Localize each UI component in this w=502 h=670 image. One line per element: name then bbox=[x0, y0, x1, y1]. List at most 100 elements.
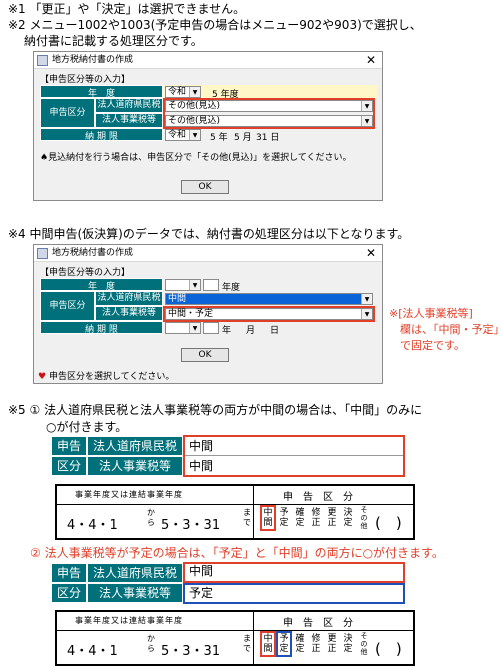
table-1-pref-value: 中間 bbox=[185, 436, 403, 456]
pref-label: 法人道府県民税 bbox=[95, 291, 163, 306]
note-5-line2: ○が付きます。 bbox=[46, 420, 128, 434]
deadline-day-suffix: 日 bbox=[270, 326, 280, 336]
form-2-header-left: 事業年度又は連結事業年度 bbox=[75, 616, 183, 625]
table-1-biz-value: 中間 bbox=[189, 459, 214, 473]
section-title: 【申告区分等の入力】 bbox=[40, 268, 131, 278]
note-5-line1: ※5 ① 法人道府県民税と法人事業税等の両方が中間の場合は、「中間」のみに bbox=[8, 403, 423, 417]
table-2-head-1: 申告 bbox=[52, 564, 86, 582]
section-title: 【申告区分等の入力】 bbox=[40, 75, 131, 85]
kubun-label: 申告区分 bbox=[40, 291, 95, 321]
kind-shusei: 修正 bbox=[311, 508, 321, 528]
dialog-1-titlebar: 地方税納付書の作成 ✕ bbox=[34, 52, 382, 69]
ok-button[interactable]: OK bbox=[181, 180, 229, 194]
deadline-era-select[interactable]: ▼ bbox=[165, 322, 201, 334]
form-2-kara: から bbox=[147, 634, 155, 653]
deadline-label: 納 期 限 bbox=[40, 321, 163, 335]
deadline-label: 納 期 限 bbox=[40, 128, 163, 142]
dialog-2-titlebar: 地方税納付書の作成 ✕ bbox=[34, 245, 382, 262]
form-1-made: まで bbox=[243, 508, 251, 527]
chevron-down-icon: ▼ bbox=[361, 294, 372, 304]
form-1-from: 4・4・1 bbox=[67, 518, 118, 533]
kind-kakutei: 確定 bbox=[295, 634, 305, 654]
table-2-biz-value: 予定 bbox=[189, 586, 214, 600]
note-5-line3: ② 法人事業税等が予定の場合は、「予定」と「中間」の両方に○が付きます。 bbox=[30, 546, 444, 560]
pref-select[interactable]: 中間 ▼ bbox=[165, 293, 373, 305]
divider bbox=[57, 630, 413, 631]
biz-label: 法人事業税等 bbox=[95, 306, 163, 321]
table-1-pref-label: 法人道府県民税 bbox=[88, 437, 182, 455]
era-value: 令和 bbox=[168, 87, 187, 97]
ok-button[interactable]: OK bbox=[181, 348, 229, 362]
form-2-made: まで bbox=[243, 634, 251, 653]
status-text: 申告区分を選択してください。 bbox=[48, 372, 175, 382]
kind-shusei: 修正 bbox=[311, 634, 321, 654]
highlight-box bbox=[163, 306, 375, 322]
note-2-line1: ※2 メニュー1002や1003(予定申告の場合はメニュー902や903)で選択… bbox=[8, 18, 422, 32]
deadline-era-select[interactable]: 令和 ▼ bbox=[165, 129, 201, 141]
side-note: ※[法人事業税等] 欄は、「中間・予定」 で固定です。 bbox=[389, 306, 502, 354]
year-label: 年 度 bbox=[40, 278, 163, 292]
pref-value: 中間 bbox=[168, 294, 187, 304]
deadline-year-suffix: 年 bbox=[222, 326, 232, 336]
form-2-header-right: 申 告 区 分 bbox=[283, 618, 353, 629]
dialog-1: 地方税納付書の作成 ✕ 【申告区分等の入力】 年 度 申告区分 法人道府県民税 … bbox=[33, 51, 383, 201]
deadline-year: 5 年 bbox=[210, 133, 228, 143]
side-note-line2: 欄は、「中間・予定」 bbox=[400, 323, 502, 336]
divider bbox=[253, 486, 254, 538]
deadline-era-value: 令和 bbox=[168, 130, 187, 140]
form-2: 事業年度又は連結事業年度 申 告 区 分 4・4・1 から 5・3・31 まで … bbox=[55, 610, 415, 666]
dialog-1-title: 地方税納付書の作成 bbox=[52, 55, 134, 65]
note-1: ※1 「更正」や「決定」は選択できません。 bbox=[8, 2, 246, 16]
kind-kakutei: 確定 bbox=[295, 508, 305, 528]
note-4: ※4 中間申告(仮決算)のデータでは、納付書の処理区分は以下となります。 bbox=[8, 227, 410, 241]
dialog-2-title: 地方税納付書の作成 bbox=[52, 248, 134, 258]
form-1: 事業年度又は連結事業年度 申 告 区 分 4・4・1 から 5・3・31 まで … bbox=[55, 484, 415, 540]
year-suffix: 年度 bbox=[222, 283, 241, 293]
chevron-down-icon: ▼ bbox=[189, 87, 200, 97]
chukan-circle-mark bbox=[260, 505, 276, 531]
table-2-head-2: 区分 bbox=[52, 584, 86, 602]
table-1-biz-label: 法人事業税等 bbox=[88, 457, 182, 475]
form-1-kara: から bbox=[147, 508, 155, 527]
close-icon[interactable]: ✕ bbox=[366, 52, 376, 69]
kind-sonota: その他 bbox=[360, 506, 368, 530]
hint-text: 見込納付を行う場合は、申告区分で「その他(見込)」を選択してください。 bbox=[48, 153, 352, 163]
table-2-pref-label: 法人道府県民税 bbox=[88, 564, 182, 582]
form-1-header-left: 事業年度又は連結事業年度 bbox=[75, 490, 183, 499]
era-select[interactable]: 令和 ▼ bbox=[165, 86, 201, 98]
form-2-paren: ( ) bbox=[375, 640, 402, 658]
form-2-from: 4・4・1 bbox=[67, 644, 118, 659]
highlight-box bbox=[163, 98, 375, 129]
form-1-header-right: 申 告 区 分 bbox=[283, 492, 353, 503]
kind-kousei: 更正 bbox=[327, 634, 337, 654]
spade-icon: ♠ bbox=[40, 153, 49, 163]
kind-sonota: その他 bbox=[360, 632, 368, 656]
era-select[interactable]: ▼ bbox=[165, 279, 201, 291]
note-2-line2: 納付書に記載する処理区分です。 bbox=[24, 34, 203, 48]
hint-row: ♠見込納付を行う場合は、申告区分で「その他(見込)」を選択してください。 bbox=[40, 150, 352, 163]
form-2-to: 5・3・31 bbox=[161, 644, 221, 659]
deadline-month-suffix: 月 bbox=[246, 326, 256, 336]
divider bbox=[57, 504, 413, 505]
kind-yotei: 予定 bbox=[279, 508, 289, 528]
deadline-day: 31 日 bbox=[256, 133, 280, 143]
dialog-2: 地方税納付書の作成 ✕ 【申告区分等の入力】 年 度 申告区分 法人道府県民税 … bbox=[33, 244, 383, 384]
chevron-down-icon: ▼ bbox=[189, 280, 200, 290]
deadline-month: 5 月 bbox=[234, 133, 252, 143]
close-icon[interactable]: ✕ bbox=[366, 245, 376, 262]
deadline-year-input[interactable] bbox=[203, 322, 219, 334]
divider bbox=[253, 612, 254, 664]
kind-kettei: 決定 bbox=[343, 634, 353, 654]
app-icon bbox=[37, 248, 48, 259]
year-input[interactable] bbox=[203, 279, 219, 291]
year-label: 年 度 bbox=[40, 85, 163, 99]
side-note-line1: ※[法人事業税等] bbox=[389, 307, 473, 320]
form-1-to: 5・3・31 bbox=[161, 518, 221, 533]
biz-label: 法人事業税等 bbox=[95, 113, 163, 128]
pref-label: 法人道府県民税 bbox=[95, 98, 163, 113]
side-note-line3: で固定です。 bbox=[400, 339, 465, 352]
kind-kousei: 更正 bbox=[327, 508, 337, 528]
table-1-head-1: 申告 bbox=[52, 437, 86, 455]
kubun-label: 申告区分 bbox=[40, 98, 95, 128]
status-row: ♥ 申告区分を選択してください。 bbox=[38, 369, 174, 382]
